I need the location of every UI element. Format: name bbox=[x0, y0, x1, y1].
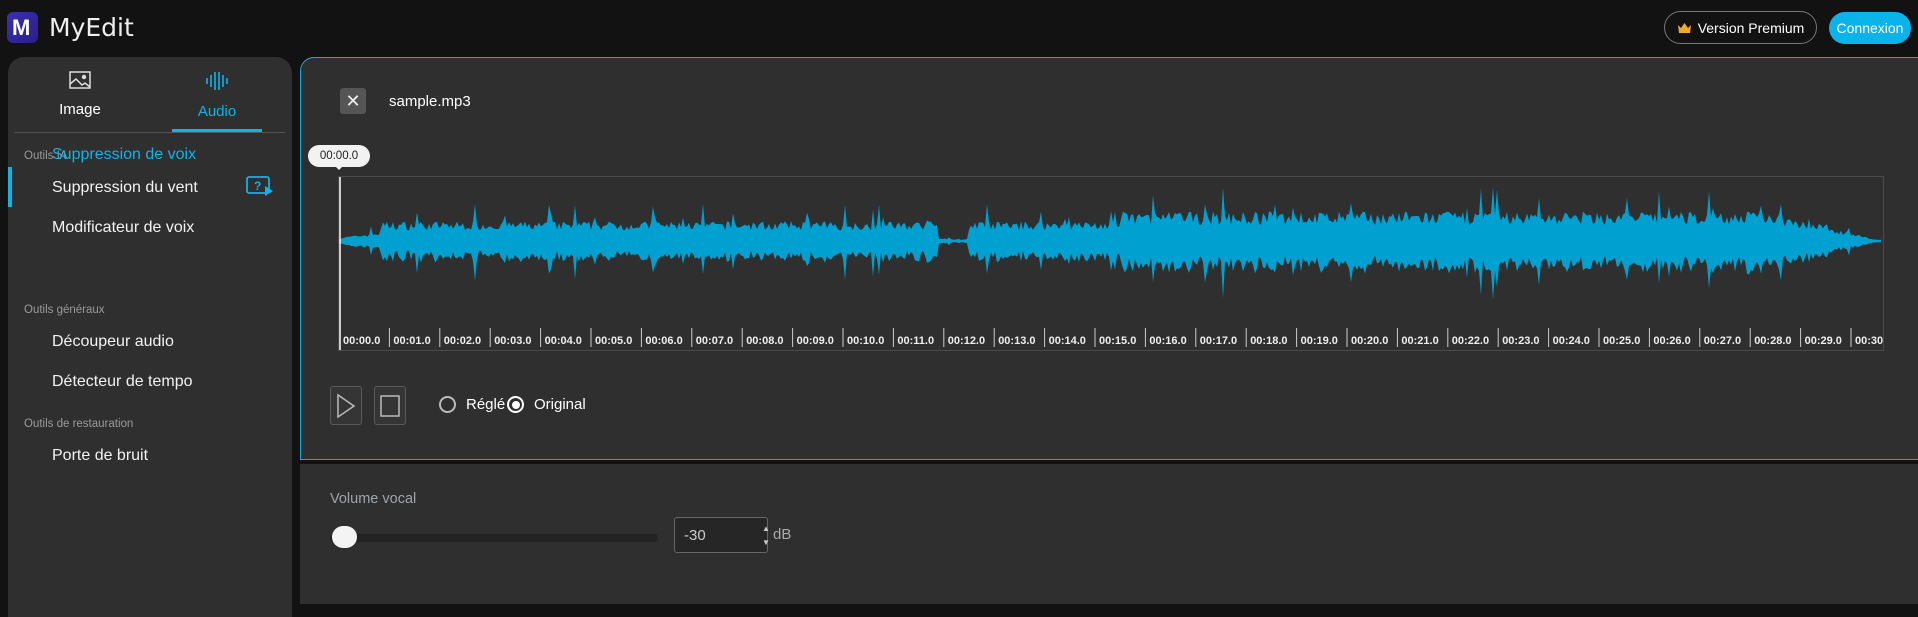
myedit-logo[interactable]: M bbox=[7, 12, 38, 43]
time-label: 00:03.0 bbox=[494, 335, 531, 347]
volume-label: Volume vocal bbox=[330, 491, 417, 507]
stop-icon bbox=[380, 394, 400, 417]
time-label: 00:25.0 bbox=[1603, 335, 1640, 347]
time-label: 00:11.0 bbox=[897, 335, 934, 347]
play-icon bbox=[337, 393, 356, 418]
time-label: 00:12.0 bbox=[948, 335, 985, 347]
volume-unit: dB bbox=[773, 526, 792, 543]
image-icon bbox=[69, 71, 91, 89]
section-title: Outils de restauration bbox=[24, 418, 134, 430]
tab-audio[interactable]: Audio bbox=[157, 71, 277, 120]
time-label: 00:06.0 bbox=[645, 335, 682, 347]
sidebar-item-suppression-de-voix[interactable]: Suppression de voix bbox=[52, 146, 196, 164]
time-label: 00:00.0 bbox=[343, 335, 380, 347]
crown-icon bbox=[1677, 22, 1691, 33]
time-label: 00:20.0 bbox=[1351, 335, 1388, 347]
time-label: 00:27.0 bbox=[1704, 335, 1741, 347]
svg-text:?: ? bbox=[254, 179, 261, 193]
section-title: Outils généraux bbox=[24, 304, 105, 316]
time-label: 00:01.0 bbox=[393, 335, 430, 347]
help-video-icon[interactable]: ? bbox=[246, 175, 274, 197]
sidebar-item-suppression-du-vent[interactable]: Suppression du vent bbox=[52, 179, 198, 197]
time-label: 00:29.0 bbox=[1805, 335, 1842, 347]
time-label: 00:05.0 bbox=[595, 335, 632, 347]
volume-input[interactable]: -30 bbox=[674, 517, 768, 553]
time-label: 00:07.0 bbox=[696, 335, 733, 347]
time-label: 00:17.0 bbox=[1200, 335, 1237, 347]
active-item-indicator bbox=[8, 167, 12, 207]
time-label: 00:08.0 bbox=[746, 335, 783, 347]
playhead-time: 00:00.0 bbox=[308, 145, 370, 170]
close-file-button[interactable]: ✕ bbox=[340, 88, 366, 114]
sidebar: Image Audio Outils IA Suppression de voi… bbox=[8, 57, 292, 617]
time-label: 00:02.0 bbox=[444, 335, 481, 347]
time-label: 00:30 bbox=[1855, 335, 1883, 347]
login-button[interactable]: Connexion bbox=[1829, 12, 1911, 44]
player-panel: ✕ sample.mp3 00:00.0 00:00.0 00:01.0 00:02… bbox=[300, 57, 1918, 460]
time-label: 00:14.0 bbox=[1049, 335, 1086, 347]
time-label: 00:21.0 bbox=[1401, 335, 1438, 347]
time-label: 00:15.0 bbox=[1099, 335, 1136, 347]
volume-slider-track[interactable] bbox=[330, 534, 658, 542]
waveform-shape bbox=[339, 187, 1881, 300]
volume-stepper[interactable]: ▲ ▼ bbox=[762, 522, 770, 550]
premium-button[interactable]: Version Premium bbox=[1664, 11, 1817, 44]
sidebar-item-modificateur-de-voix[interactable]: Modificateur de voix bbox=[52, 219, 194, 237]
time-label: 00:22.0 bbox=[1452, 335, 1489, 347]
time-label: 00:26.0 bbox=[1653, 335, 1690, 347]
close-icon: ✕ bbox=[345, 90, 361, 111]
radio-regle[interactable]: Réglé bbox=[439, 396, 505, 413]
audio-wave-icon bbox=[206, 72, 228, 90]
divider bbox=[15, 132, 285, 133]
time-label: 00:23.0 bbox=[1502, 335, 1539, 347]
settings-panel: Volume vocal -30 ▲ ▼ dB bbox=[300, 464, 1918, 604]
time-label: 00:18.0 bbox=[1250, 335, 1287, 347]
waveform-canvas[interactable]: 00:00.0 00:01.0 00:02.0 00:03.0 00:04.0 00:05… bbox=[339, 177, 1883, 350]
stop-button[interactable] bbox=[374, 386, 406, 425]
sidebar-item-decoupeur-audio[interactable]: Découpeur audio bbox=[52, 333, 174, 351]
volume-slider-thumb[interactable] bbox=[332, 526, 357, 548]
radio-circle[interactable] bbox=[439, 396, 456, 413]
radio-circle-selected[interactable] bbox=[507, 396, 524, 413]
brand-name: MyEdit bbox=[49, 13, 134, 42]
waveform[interactable]: 00:00.0 00:01.0 00:02.0 00:03.0 00:04.0 00:05… bbox=[338, 176, 1884, 351]
file-name: sample.mp3 bbox=[389, 93, 471, 110]
time-label: 00:13.0 bbox=[998, 335, 1035, 347]
time-label: 00:28.0 bbox=[1754, 335, 1791, 347]
time-label: 00:24.0 bbox=[1553, 335, 1590, 347]
time-label: 00:09.0 bbox=[797, 335, 834, 347]
time-label: 00:19.0 bbox=[1301, 335, 1338, 347]
radio-original[interactable]: Original bbox=[507, 396, 586, 413]
time-label: 00:16.0 bbox=[1149, 335, 1186, 347]
time-label: 00:10.0 bbox=[847, 335, 884, 347]
time-label: 00:04.0 bbox=[545, 335, 582, 347]
play-button[interactable] bbox=[330, 386, 362, 425]
tab-image[interactable]: Image bbox=[20, 71, 140, 118]
sidebar-item-detecteur-de-tempo[interactable]: Détecteur de tempo bbox=[52, 373, 193, 391]
sidebar-item-porte-de-bruit[interactable]: Porte de bruit bbox=[52, 447, 148, 465]
